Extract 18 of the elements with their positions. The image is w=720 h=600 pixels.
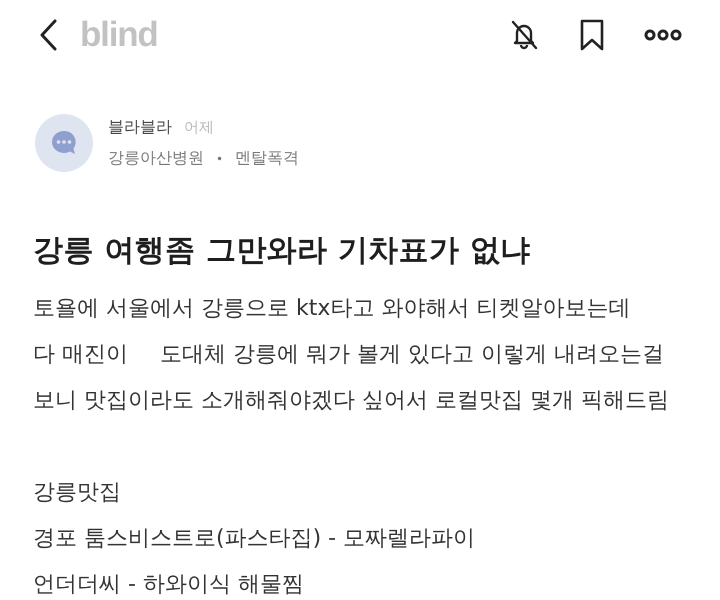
body-text: 다 매진이: [33, 341, 128, 369]
body-text: 보니 맛집이라도 소개해줘야겠다 싶어서 로컬맛집 몇개 픽해드림: [33, 387, 669, 415]
post-time: 어제: [184, 118, 214, 137]
topic-name[interactable]: 멘탈폭격: [235, 148, 300, 169]
back-chevron-icon: [39, 19, 57, 51]
bookmark-icon: [579, 19, 605, 51]
company-name[interactable]: 강릉아산병원: [108, 148, 204, 169]
body-text: 언더더씨 - 하와이식 해물찜: [33, 571, 304, 599]
body-text: 토욜에 서울에서 강릉으로 ktx타고 와야해서 티켓알아보는데: [33, 295, 630, 323]
body-text: 경포 툼스비스트로(파스타집) - 모짜렐라파이: [33, 525, 476, 553]
author-name[interactable]: 블라블라: [108, 117, 172, 138]
app-logo: blind: [80, 15, 158, 55]
avatar-icon: [35, 114, 93, 172]
body-text: 강릉맛집: [33, 479, 121, 507]
body-text: 도대체 강릉에 뭐가 볼게 있다고 이렇게 내려오는걸: [160, 341, 664, 369]
separator-dot: •: [216, 152, 224, 166]
more-icon: [644, 29, 682, 41]
post-title: 강릉 여행좀 그만와라 기차표가 없냐: [33, 232, 532, 270]
